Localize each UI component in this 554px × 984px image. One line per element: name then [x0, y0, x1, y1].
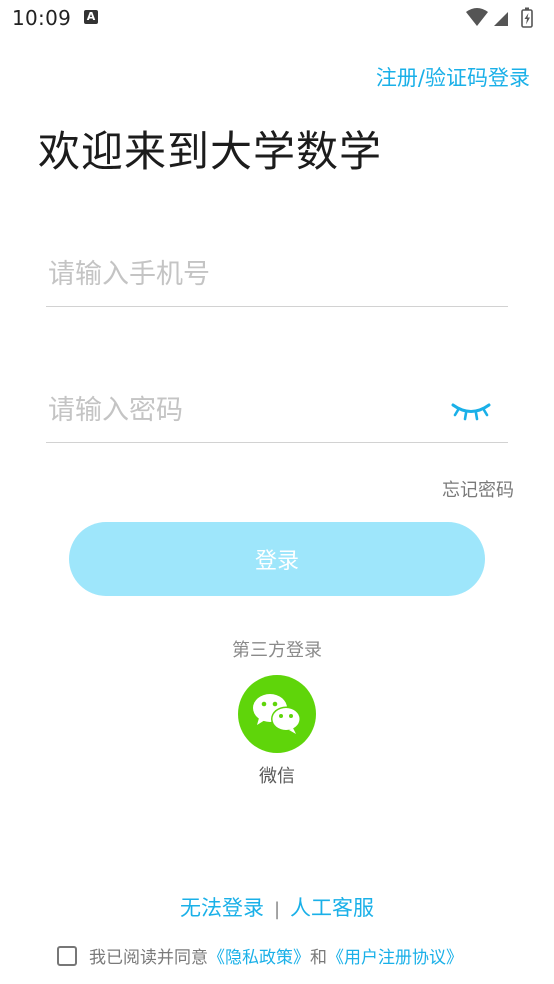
wechat-label: 微信: [259, 766, 295, 787]
agreement-prefix: 我已阅读并同意: [89, 948, 208, 968]
third-party-login-label: 第三方登录: [232, 640, 322, 661]
wifi-icon: [466, 8, 488, 26]
forgot-password-link[interactable]: 忘记密码: [442, 476, 514, 502]
help-separator: |: [273, 899, 281, 920]
password-input[interactable]: [46, 380, 448, 440]
wechat-login-button[interactable]: [238, 675, 316, 753]
status-time: 10:09: [12, 6, 72, 30]
wechat-icon: [253, 694, 301, 734]
phone-field: [46, 244, 508, 307]
cannot-login-link[interactable]: 无法登录: [180, 896, 264, 920]
phone-input[interactable]: [46, 244, 448, 304]
notification-icon-letter: A: [86, 10, 96, 23]
agreement-and: 和: [310, 948, 327, 968]
status-icons: [464, 6, 544, 30]
register-verification-login-link[interactable]: 注册/验证码登录: [376, 62, 530, 92]
login-button[interactable]: 登录: [69, 522, 485, 596]
signal-icon: [494, 12, 508, 26]
welcome-title: 欢迎来到大学数学: [38, 127, 383, 176]
status-bar: 10:09 A: [0, 0, 554, 38]
user-agreement-link[interactable]: 《用户注册协议》: [327, 948, 463, 968]
battery-icon: [521, 7, 533, 28]
notification-icon: A: [84, 10, 98, 24]
closed-eye-icon[interactable]: [450, 396, 492, 424]
agreement-row: 我已阅读并同意《隐私政策》和《用户注册协议》: [57, 943, 463, 969]
help-row: 无法登录 | 人工客服: [0, 892, 554, 922]
privacy-policy-link[interactable]: 《隐私政策》: [208, 948, 310, 968]
customer-service-link[interactable]: 人工客服: [290, 896, 374, 920]
password-field: [46, 380, 508, 443]
agreement-checkbox[interactable]: [57, 945, 77, 966]
